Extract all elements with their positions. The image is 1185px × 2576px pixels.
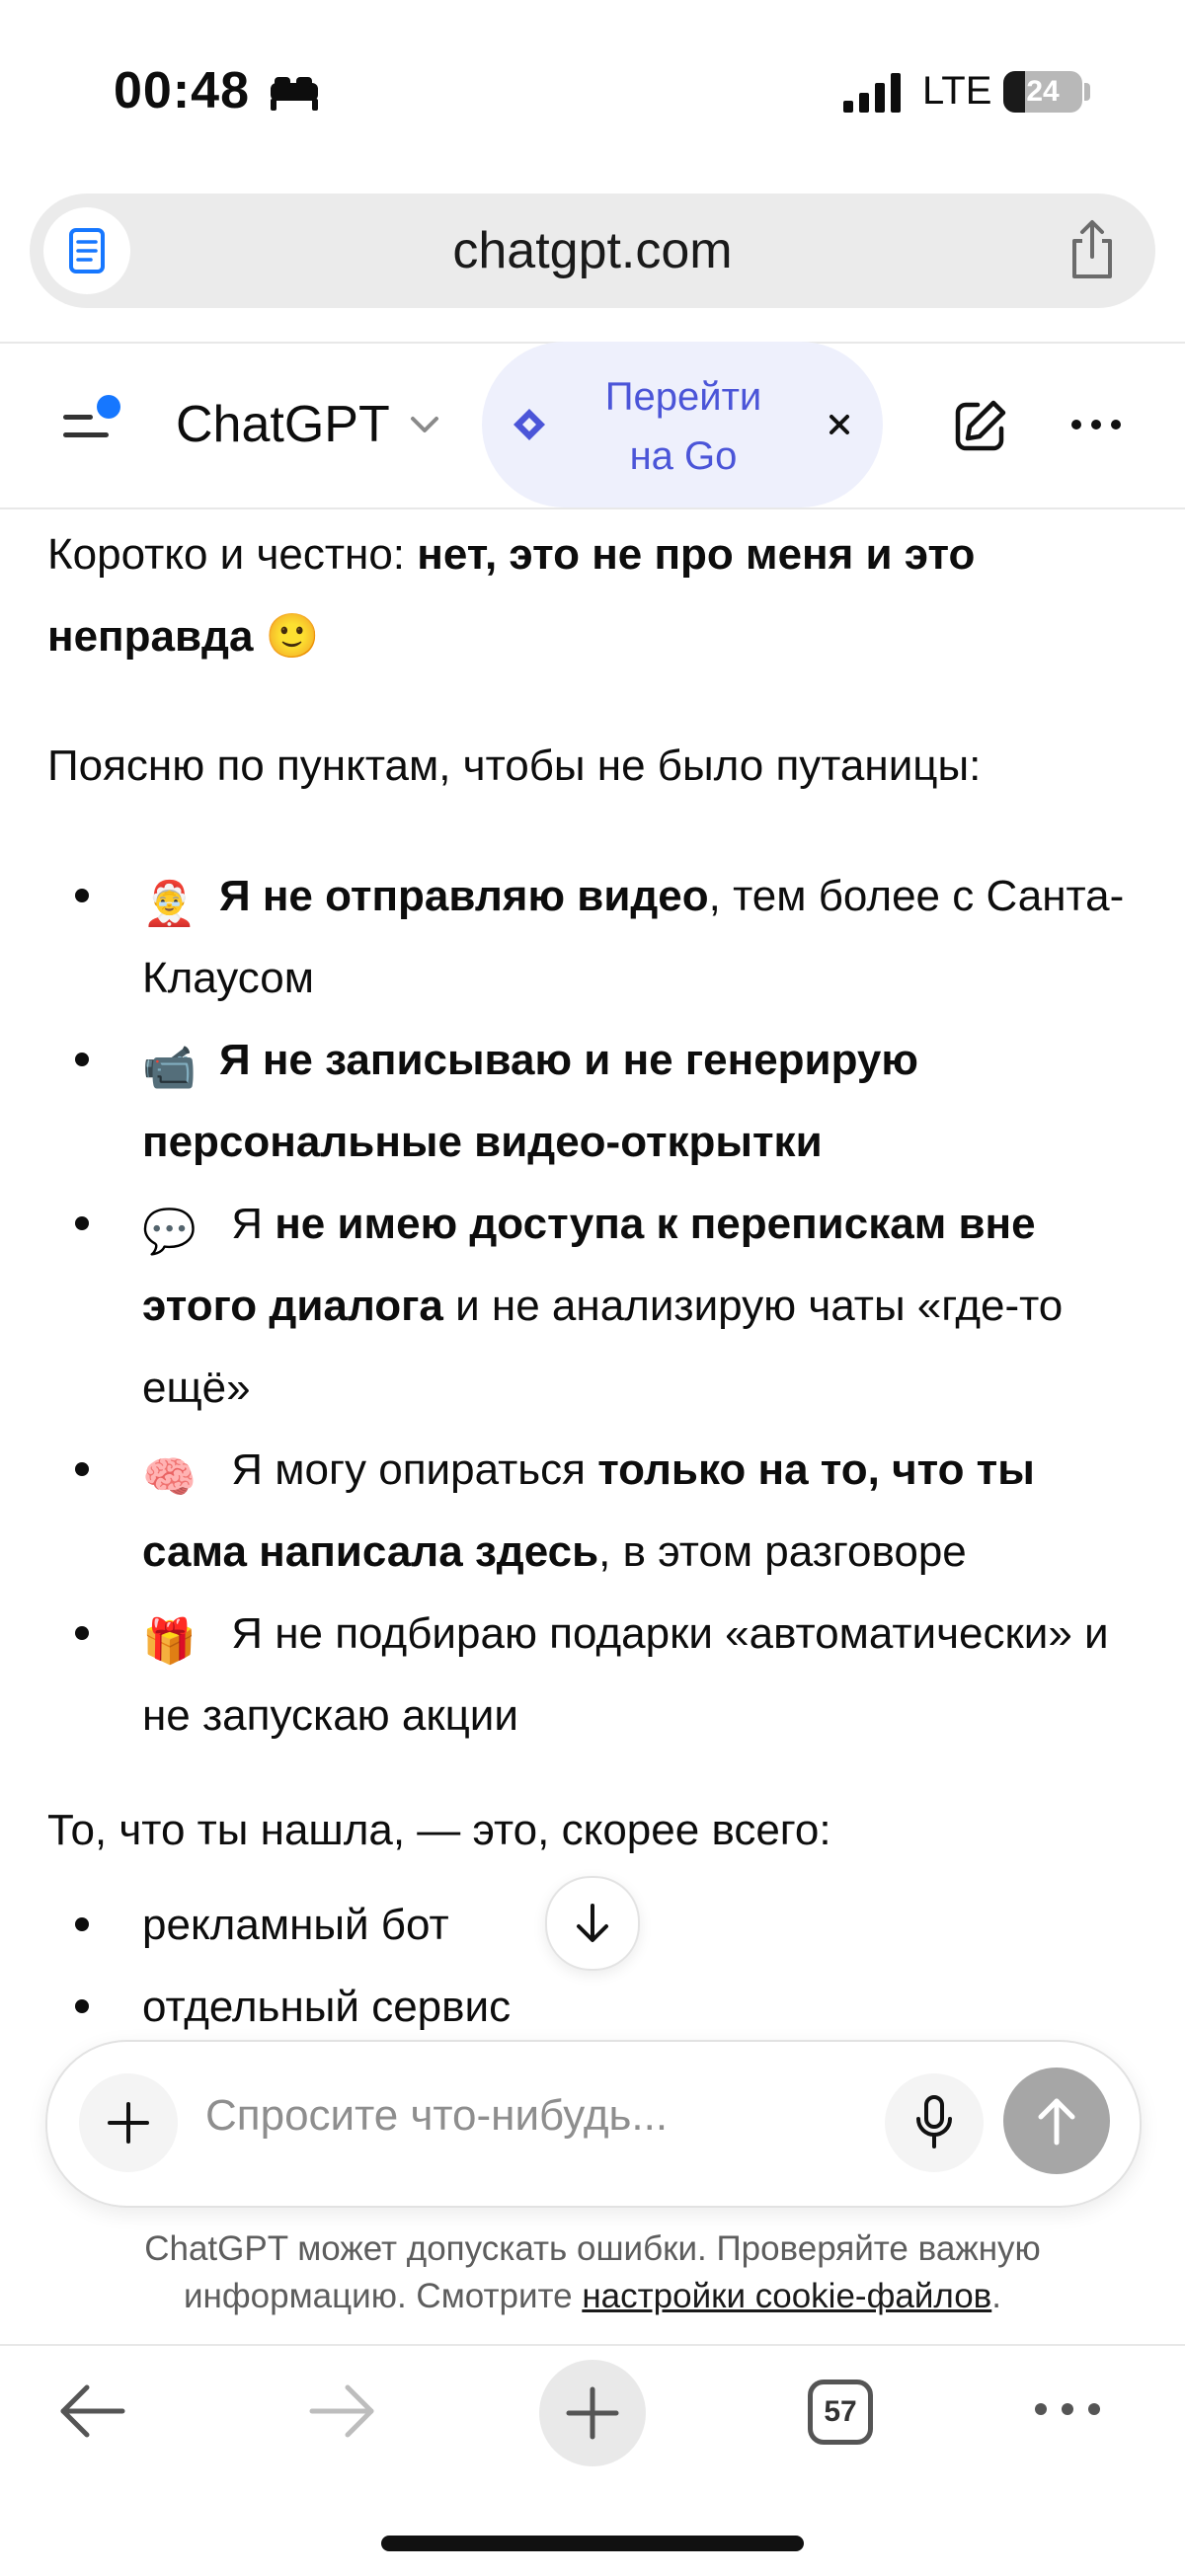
more-icon[interactable] (1070, 415, 1122, 434)
status-bar: 00:48 LTE 24 (0, 0, 1185, 188)
scroll-to-bottom-button[interactable] (545, 1876, 640, 1971)
back-arrow-icon[interactable] (57, 2381, 128, 2441)
status-time: 00:48 (114, 62, 250, 119)
video-camera-emoji: 📹 (142, 1043, 197, 1093)
tabs-count-button[interactable]: 57 (808, 2380, 873, 2445)
share-icon[interactable] (1065, 219, 1120, 280)
list-item: 🤶 Я не отправляю видео, тем более с Санта… (47, 855, 1144, 1019)
address-bar[interactable]: chatgpt.com (30, 194, 1155, 308)
speech-bubble-emoji: 💬 (142, 1207, 197, 1257)
message-paragraph: Коротко и честно: нет, это не про меня и… (47, 530, 976, 662)
attach-button[interactable] (79, 2073, 178, 2172)
message-composer[interactable] (45, 2040, 1142, 2208)
arrow-up-icon (1038, 2098, 1075, 2146)
network-type: LTE (922, 69, 992, 113)
notification-dot (97, 395, 120, 419)
upgrade-go-label: Перейти на Go (604, 375, 762, 478)
disclaimer-text: ChatGPT может допускать ошибки. Проверяй… (144, 2229, 1041, 2315)
gift-emoji: 🎁 (142, 1616, 197, 1667)
mrs-claus-emoji: 🤶 (142, 879, 197, 929)
sidebar-menu-icon (63, 415, 93, 420)
dictate-button[interactable] (885, 2073, 984, 2172)
url-text[interactable]: chatgpt.com (30, 221, 1155, 280)
upgrade-go-banner[interactable]: Перейти на Go (482, 342, 883, 507)
prompt-input[interactable] (205, 2091, 877, 2141)
list-item: 💬 Я не имею доступа к перепискам вне это… (47, 1183, 1144, 1429)
home-indicator (381, 2536, 804, 2551)
signal-icon (843, 73, 901, 113)
toolbar-divider (0, 2344, 1185, 2346)
forward-arrow-icon[interactable] (306, 2381, 377, 2441)
microphone-icon (916, 2095, 952, 2148)
plus-icon (108, 2102, 149, 2144)
cookie-settings-link[interactable]: настройки cookie-файлов (582, 2277, 991, 2315)
sidebar-menu-button[interactable] (55, 391, 126, 462)
battery-level: 24 (1026, 75, 1060, 108)
arrow-down-icon (577, 1904, 608, 1942)
new-tab-button[interactable] (539, 2360, 646, 2466)
sparkle-icon (514, 409, 545, 440)
plus-icon (566, 2386, 619, 2440)
list-item: 🎁 Я не подбираю подарки «автоматически» … (47, 1593, 1144, 1756)
close-icon[interactable] (816, 401, 863, 448)
battery-cap (1084, 83, 1090, 101)
slight-smile-emoji: 🙂 (265, 611, 320, 662)
message-paragraph: То, что ты нашла, — это, скорее всего: (47, 1806, 831, 1854)
more-icon[interactable] (1033, 2399, 1102, 2419)
list-item: 🧠 Я могу опираться только на то, что ты … (47, 1429, 1144, 1593)
new-chat-icon[interactable] (950, 397, 1009, 456)
brain-emoji: 🧠 (142, 1452, 197, 1503)
message-bullet-list: 🤶 Я не отправляю видео, тем более с Санта… (47, 855, 1144, 1756)
battery-icon: 24 (1003, 71, 1082, 113)
app-header-divider (0, 507, 1185, 509)
sleep-focus-icon (271, 77, 318, 111)
list-item: отдельный сервис (47, 1966, 739, 2048)
model-selector[interactable]: ChatGPT (176, 395, 390, 454)
message-paragraph: Поясню по пунктам, чтобы не было путаниц… (47, 742, 982, 790)
send-button[interactable] (1003, 2068, 1110, 2174)
list-item: 📹 Я не записываю и не генерирую персональ… (47, 1019, 1144, 1183)
chevron-down-icon[interactable] (407, 407, 442, 442)
